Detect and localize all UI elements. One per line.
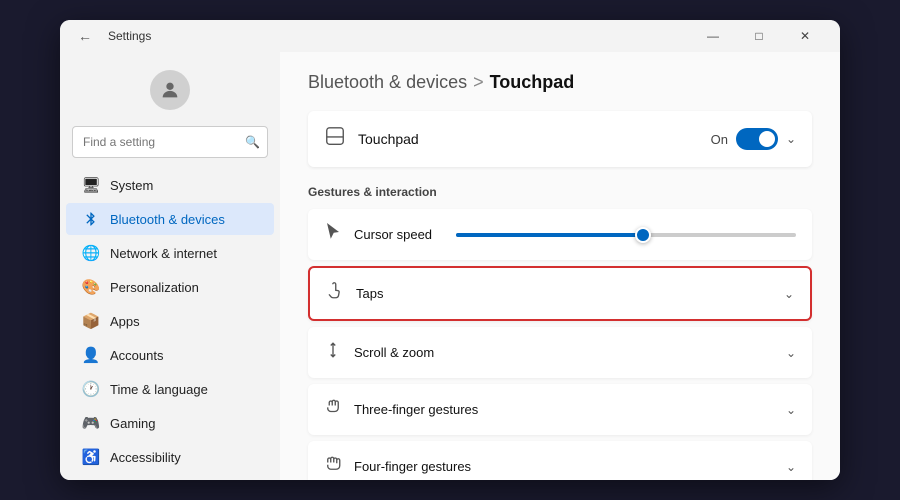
sidebar-item-time[interactable]: 🕐 Time & language xyxy=(66,373,274,405)
scroll-zoom-icon xyxy=(324,341,342,364)
sidebar-item-label: Accounts xyxy=(110,348,163,363)
accessibility-icon: ♿ xyxy=(82,448,100,466)
taps-row[interactable]: Taps ⌄ xyxy=(308,266,812,321)
sidebar-item-label: Bluetooth & devices xyxy=(110,212,225,227)
user-profile[interactable] xyxy=(60,58,280,126)
sidebar-item-label: System xyxy=(110,178,153,193)
four-finger-label: Four-finger gestures xyxy=(354,459,774,474)
personalization-icon: 🎨 xyxy=(82,278,100,296)
time-icon: 🕐 xyxy=(82,380,100,398)
taps-chevron-icon[interactable]: ⌄ xyxy=(784,287,794,301)
cursor-speed-slider[interactable] xyxy=(456,233,796,237)
taps-label: Taps xyxy=(356,286,772,301)
sidebar-item-gaming[interactable]: 🎮 Gaming xyxy=(66,407,274,439)
slider-fill xyxy=(456,233,643,237)
three-finger-row[interactable]: Three-finger gestures ⌄ xyxy=(308,384,812,435)
gestures-section-label: Gestures & interaction xyxy=(308,185,812,199)
toggle-label: On xyxy=(711,132,728,147)
cursor-icon xyxy=(324,223,342,246)
sidebar-item-label: Gaming xyxy=(110,416,156,431)
minimize-button[interactable]: — xyxy=(690,20,736,52)
network-icon: 🌐 xyxy=(82,244,100,262)
touchpad-toggle-row[interactable]: Touchpad On ⌄ xyxy=(308,111,812,167)
avatar xyxy=(150,70,190,110)
settings-window: ← Settings — □ ✕ 🔍 🖥 System xyxy=(60,20,840,480)
touchpad-toggle[interactable] xyxy=(736,128,778,150)
bluetooth-icon xyxy=(82,210,100,228)
slider-thumb xyxy=(635,227,651,243)
sidebar-item-accessibility[interactable]: ♿ Accessibility xyxy=(66,441,274,473)
toggle-knob xyxy=(759,131,775,147)
three-finger-icon xyxy=(324,398,342,421)
breadcrumb-current: Touchpad xyxy=(490,72,575,93)
sidebar-item-label: Apps xyxy=(110,314,140,329)
three-finger-chevron-icon[interactable]: ⌄ xyxy=(786,403,796,417)
apps-icon: 📦 xyxy=(82,312,100,330)
cursor-speed-row: Cursor speed xyxy=(308,209,812,260)
touchpad-label: Touchpad xyxy=(358,131,699,147)
gaming-icon: 🎮 xyxy=(82,414,100,432)
sidebar-item-label: Time & language xyxy=(110,382,208,397)
back-button[interactable]: ← xyxy=(72,26,98,46)
search-icon: 🔍 xyxy=(245,135,260,149)
four-finger-chevron-icon[interactable]: ⌄ xyxy=(786,460,796,474)
three-finger-label: Three-finger gestures xyxy=(354,402,774,417)
taps-icon xyxy=(326,282,344,305)
sidebar-item-label: Accessibility xyxy=(110,450,181,465)
scroll-zoom-label: Scroll & zoom xyxy=(354,345,774,360)
four-finger-row[interactable]: Four-finger gestures ⌄ xyxy=(308,441,812,480)
breadcrumb-separator: > xyxy=(473,72,484,93)
sidebar-item-personalization[interactable]: 🎨 Personalization xyxy=(66,271,274,303)
scroll-zoom-chevron-icon[interactable]: ⌄ xyxy=(786,346,796,360)
toggle-area: On ⌄ xyxy=(711,128,796,150)
sidebar-item-bluetooth[interactable]: Bluetooth & devices xyxy=(66,203,274,235)
title-bar: ← Settings — □ ✕ xyxy=(60,20,840,52)
search-input[interactable] xyxy=(72,126,268,158)
search-box: 🔍 xyxy=(72,126,268,158)
sidebar-item-system[interactable]: 🖥 System xyxy=(66,169,274,201)
four-finger-icon xyxy=(324,455,342,478)
window-body: 🔍 🖥 System Bluetooth & devices 🌐 Network… xyxy=(60,52,840,480)
sidebar-item-privacy[interactable]: 🛡 Privacy & security xyxy=(66,475,274,480)
sidebar-item-network[interactable]: 🌐 Network & internet xyxy=(66,237,274,269)
sidebar-item-apps[interactable]: 📦 Apps xyxy=(66,305,274,337)
sidebar-item-label: Personalization xyxy=(110,280,199,295)
breadcrumb: Bluetooth & devices > Touchpad xyxy=(308,72,812,93)
sidebar: 🔍 🖥 System Bluetooth & devices 🌐 Network… xyxy=(60,52,280,480)
touchpad-chevron-icon[interactable]: ⌄ xyxy=(786,132,796,146)
accounts-icon: 👤 xyxy=(82,346,100,364)
cursor-speed-label: Cursor speed xyxy=(354,227,444,242)
maximize-button[interactable]: □ xyxy=(736,20,782,52)
touchpad-icon xyxy=(324,125,346,153)
sidebar-item-label: Network & internet xyxy=(110,246,217,261)
system-icon: 🖥 xyxy=(82,176,100,194)
scroll-zoom-row[interactable]: Scroll & zoom ⌄ xyxy=(308,327,812,378)
close-button[interactable]: ✕ xyxy=(782,20,828,52)
window-controls: — □ ✕ xyxy=(690,20,828,52)
window-title: Settings xyxy=(108,29,151,43)
main-content: Bluetooth & devices > Touchpad Touchpad … xyxy=(280,52,840,480)
sidebar-item-accounts[interactable]: 👤 Accounts xyxy=(66,339,274,371)
breadcrumb-parent[interactable]: Bluetooth & devices xyxy=(308,72,467,93)
